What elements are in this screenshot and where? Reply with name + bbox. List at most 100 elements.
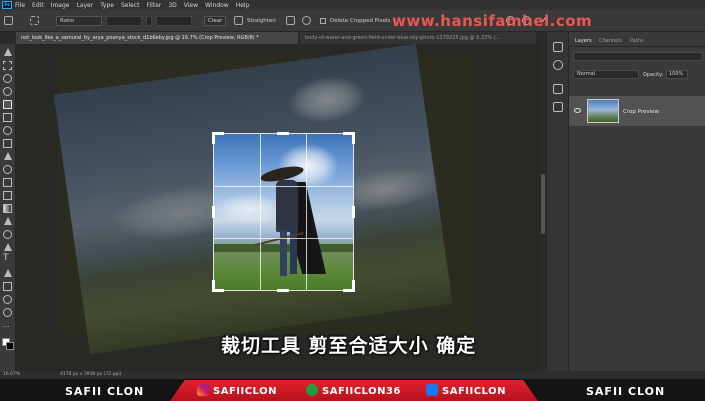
menu-filter[interactable]: Filter — [147, 2, 162, 9]
menu-view[interactable]: View — [184, 2, 198, 9]
menu-layer[interactable]: Layer — [76, 2, 93, 9]
eyedropper-tool-icon[interactable] — [3, 126, 12, 135]
crop-preset-icon[interactable] — [30, 16, 39, 25]
character-panel-icon[interactable] — [553, 84, 563, 94]
menu-file[interactable]: File — [15, 2, 25, 9]
layer-thumbnail — [587, 99, 619, 123]
opacity-field[interactable]: 100% — [666, 70, 688, 79]
menu-bar: Ps File Edit Image Layer Type Select Fil… — [0, 0, 705, 10]
xbox-icon — [306, 384, 318, 396]
tab-paths[interactable]: Paths — [630, 38, 644, 44]
blend-mode-dropdown[interactable]: Normal — [573, 70, 639, 79]
crop-grid-line — [214, 238, 353, 239]
tab-layers[interactable]: Layers — [575, 38, 592, 44]
video-subtitle: 裁切工具 剪至合适大小 确定 — [221, 335, 477, 357]
left-brand-text: SAFII CLON — [65, 385, 145, 398]
straighten-icon[interactable] — [234, 16, 243, 25]
tab-channels[interactable]: Channels — [599, 38, 622, 44]
eraser-tool-icon[interactable] — [3, 191, 12, 200]
crop-box[interactable] — [214, 134, 353, 290]
frame-tool-icon[interactable] — [3, 113, 12, 122]
crop-handle-left[interactable] — [212, 206, 215, 218]
quick-select-tool-icon[interactable] — [3, 87, 12, 96]
gradient-tool-icon[interactable] — [3, 204, 12, 213]
more-tools-icon[interactable]: ··· — [3, 324, 12, 333]
settings-gear-icon[interactable] — [302, 16, 311, 25]
straighten-label[interactable]: Straighten — [247, 18, 276, 24]
photoshop-logo-icon[interactable]: Ps — [2, 1, 12, 9]
status-bar: 16.67% 4176 px x 3936 px (72 ppi) — [0, 371, 705, 379]
crop-handle-bottom-right[interactable] — [343, 280, 355, 292]
right-brand-text: SAFII CLON — [586, 385, 666, 398]
delete-cropped-label: Delete Cropped Pixels — [330, 18, 391, 24]
xbox-handle: SAFIICLON36 — [322, 386, 401, 397]
menu-select[interactable]: Select — [121, 2, 140, 9]
crop-handle-bottom[interactable] — [277, 289, 289, 292]
move-tool-icon[interactable] — [4, 48, 12, 56]
background-color-swatch[interactable] — [6, 342, 14, 350]
clone-stamp-tool-icon[interactable] — [3, 165, 12, 174]
facebook-handle: SAFIICLON — [442, 386, 506, 397]
layer-filter-field[interactable] — [573, 52, 703, 61]
facebook-icon — [426, 384, 438, 396]
dodge-tool-icon[interactable] — [3, 230, 12, 239]
crop-grid-line — [214, 186, 353, 187]
cloud — [214, 194, 284, 224]
crop-handle-top[interactable] — [277, 132, 289, 135]
healing-brush-tool-icon[interactable] — [3, 139, 12, 148]
marquee-tool-icon[interactable] — [3, 61, 12, 70]
brush-panel-icon[interactable] — [553, 60, 563, 70]
menu-3d[interactable]: 3D — [168, 2, 176, 9]
lasso-tool-icon[interactable] — [3, 74, 12, 83]
grid-overlay-icon[interactable] — [286, 16, 295, 25]
panel-icon-strip — [546, 32, 568, 371]
brush-tool-icon[interactable] — [4, 152, 12, 160]
eye-icon[interactable] — [574, 108, 581, 113]
menu-help[interactable]: Help — [236, 2, 250, 9]
layer-name[interactable]: Crop Preview — [623, 109, 659, 115]
type-tool-icon[interactable]: T — [3, 254, 12, 263]
ratio-dropdown[interactable]: Ratio — [56, 16, 102, 26]
crop-handle-right[interactable] — [352, 206, 355, 218]
history-panel-icon[interactable] — [553, 42, 563, 52]
menu-window[interactable]: Window — [205, 2, 229, 9]
clear-button[interactable]: Clear — [204, 16, 227, 26]
pen-tool-icon[interactable] — [4, 243, 12, 251]
zoom-level[interactable]: 16.67% — [3, 372, 20, 377]
delete-cropped-checkbox[interactable] — [320, 18, 326, 24]
scrollbar-thumb[interactable] — [541, 174, 545, 234]
menu-edit[interactable]: Edit — [32, 2, 44, 9]
path-select-tool-icon[interactable] — [4, 269, 12, 277]
lock-options — [573, 84, 703, 92]
menu-type[interactable]: Type — [100, 2, 114, 9]
ratio-width-field[interactable] — [106, 16, 142, 26]
layers-panel-tabs: Layers Channels Paths — [569, 36, 705, 47]
instagram-icon — [197, 384, 209, 396]
layers-panel: Layers Channels Paths Normal Opacity: 10… — [568, 32, 705, 371]
options-bar: Ratio Clear Straighten Delete Cropped Pi… — [0, 10, 705, 32]
history-brush-tool-icon[interactable] — [3, 178, 12, 187]
opacity-label: Opacity: — [643, 72, 664, 78]
document-tab-bar: not_look_like_a_samurai_by_arya_poonya_s… — [16, 32, 540, 44]
tools-panel: T ··· — [0, 44, 16, 371]
ratio-height-field[interactable] — [156, 16, 192, 26]
tab-samurai-document[interactable]: not_look_like_a_samurai_by_arya_poonya_s… — [16, 32, 298, 44]
zoom-tool-icon[interactable] — [3, 308, 12, 317]
instagram-handle: SAFIICLON — [213, 386, 277, 397]
crop-handle-top-right[interactable] — [343, 132, 355, 144]
shape-tool-icon[interactable] — [3, 282, 12, 291]
crop-handle-bottom-left[interactable] — [212, 280, 224, 292]
blur-tool-icon[interactable] — [4, 217, 12, 225]
crop-tool-icon[interactable] — [4, 16, 13, 25]
crop-grid-line — [260, 134, 261, 290]
canvas-area[interactable]: 裁切工具 剪至合适大小 确定 — [16, 44, 540, 371]
hand-tool-icon[interactable] — [3, 295, 12, 304]
menu-image[interactable]: Image — [51, 2, 70, 9]
crop-tool-icon[interactable] — [3, 100, 12, 109]
paragraph-panel-icon[interactable] — [553, 102, 563, 112]
crop-handle-top-left[interactable] — [212, 132, 224, 144]
swap-ratio-icon[interactable] — [146, 16, 152, 26]
samurai-figure — [276, 180, 298, 232]
crop-grid-line — [306, 134, 307, 290]
tab-field-document[interactable]: body-of-water-and-green-field-under-blue… — [300, 32, 536, 44]
